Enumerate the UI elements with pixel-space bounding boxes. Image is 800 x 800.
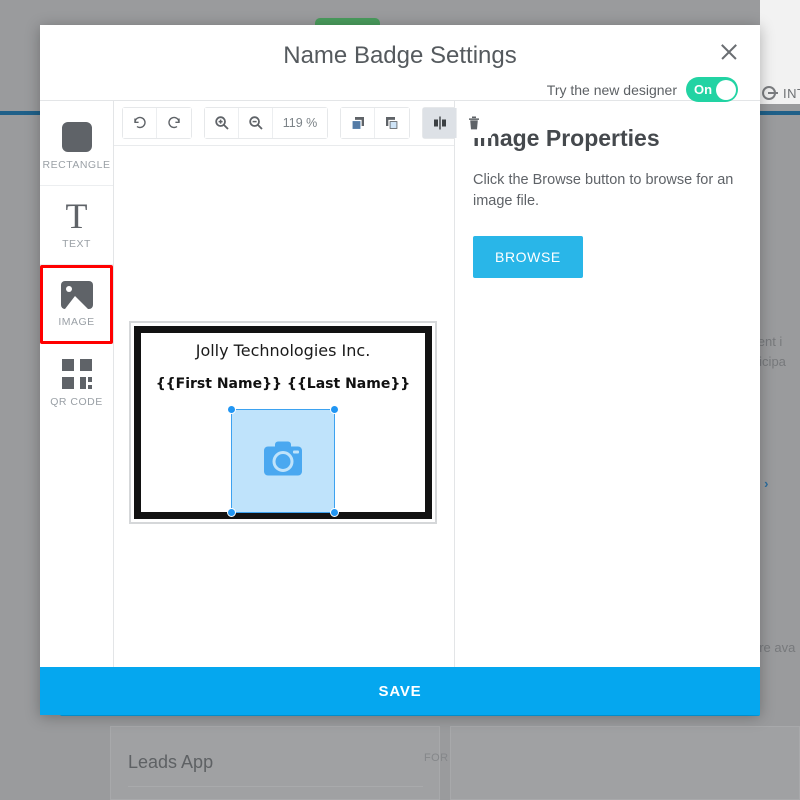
sidebar-item-label: TEXT <box>62 238 91 250</box>
browse-button[interactable]: BROWSE <box>473 236 583 278</box>
badge[interactable]: Jolly Technologies Inc. {{First Name}} {… <box>134 326 432 519</box>
sidebar-item-label: IMAGE <box>58 316 94 328</box>
close-icon[interactable] <box>716 39 742 65</box>
zoom-level-label[interactable]: 119 % <box>273 108 327 138</box>
badge-canvas[interactable]: Jolly Technologies Inc. {{First Name}} {… <box>114 145 454 667</box>
redo-icon[interactable] <box>157 108 191 138</box>
resize-handle-bottom-left[interactable] <box>227 508 236 517</box>
background-divider <box>128 786 423 787</box>
canvas-column: 119 % <box>114 101 455 667</box>
save-button[interactable]: SAVE <box>40 667 760 715</box>
zoom-out-icon[interactable] <box>239 108 273 138</box>
qr-code-icon <box>62 359 92 389</box>
toggle-state-label: On <box>694 82 712 97</box>
tool-rail: RECTANGLE T TEXT IMAGE <box>40 101 114 667</box>
paste-icon[interactable] <box>375 108 409 138</box>
badge-company-text[interactable]: Jolly Technologies Inc. <box>141 341 425 360</box>
canvas-toolbar: 119 % <box>114 101 454 145</box>
resize-handle-top-left[interactable] <box>227 405 236 414</box>
properties-title: Image Properties <box>473 125 740 152</box>
designer-toggle-row: Try the new designer On <box>547 77 738 102</box>
camera-icon <box>264 447 302 476</box>
image-properties-panel: Image Properties Click the Browse button… <box>455 101 760 667</box>
badge-image-placeholder[interactable] <box>231 409 335 513</box>
copy-icon[interactable] <box>341 108 375 138</box>
page-background: INT event i articipa ys › ure ava Leads … <box>0 0 800 800</box>
badge-name-text[interactable]: {{First Name}} {{Last Name}} <box>141 376 425 392</box>
align-center-icon[interactable] <box>423 108 457 138</box>
undo-icon[interactable] <box>123 108 157 138</box>
sidebar-item-text[interactable]: T TEXT <box>40 186 113 265</box>
resize-handle-bottom-right[interactable] <box>330 508 339 517</box>
chat-bubble-icon <box>762 86 776 100</box>
page-title: Name Badge Settings <box>40 25 760 70</box>
rectangle-icon <box>62 122 92 152</box>
background-card <box>450 726 800 800</box>
name-badge-settings-modal: Name Badge Settings Try the new designer… <box>40 25 760 715</box>
sidebar-item-image[interactable]: IMAGE <box>40 265 113 344</box>
zoom-in-icon[interactable] <box>205 108 239 138</box>
text-icon: T <box>66 201 88 231</box>
designer-toggle-label: Try the new designer <box>547 82 677 98</box>
sidebar-item-label: RECTANGLE <box>43 159 111 171</box>
resize-handle-top-right[interactable] <box>330 405 339 414</box>
modal-header: Name Badge Settings Try the new designer… <box>40 25 760 100</box>
trash-icon[interactable] <box>457 108 491 138</box>
camera-flash <box>293 451 299 454</box>
new-designer-toggle[interactable]: On <box>686 77 738 102</box>
history-group <box>122 107 192 139</box>
background-nav-label: INT <box>783 86 800 101</box>
sidebar-item-label: QR CODE <box>50 396 103 408</box>
properties-description: Click the Browse button to browse for an… <box>473 170 740 212</box>
clipboard-group <box>340 107 410 139</box>
zoom-group: 119 % <box>204 107 328 139</box>
image-icon <box>61 281 93 309</box>
toggle-knob <box>716 80 736 100</box>
arrange-group <box>422 107 492 139</box>
background-leads-title: Leads App <box>128 752 213 773</box>
sidebar-item-rectangle[interactable]: RECTANGLE <box>40 107 113 186</box>
modal-body: RECTANGLE T TEXT IMAGE <box>40 100 760 667</box>
badge-frame: Jolly Technologies Inc. {{First Name}} {… <box>129 321 437 524</box>
sidebar-item-qrcode[interactable]: QR CODE <box>40 344 113 423</box>
